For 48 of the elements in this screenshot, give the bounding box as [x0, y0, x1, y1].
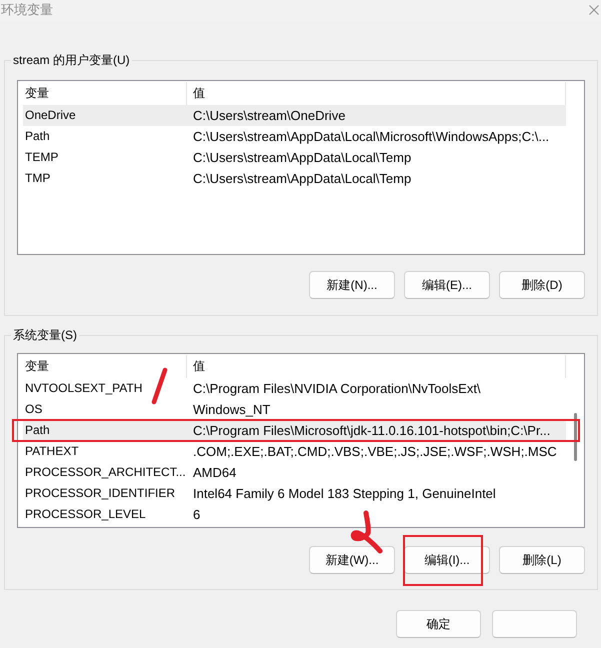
table-cell-text: Path — [25, 422, 50, 439]
list-row[interactable]: PROCESSOR_IDENTIFIER Intel64 Family 6 Model 183 Stepping 1, GenuineIntel — [23, 483, 566, 504]
table-cell-text: .COM;.EXE;.BAT;.CMD;.VBS;.VBE;.JS;.JSE;.WSF;.WSH;.MSC — [193, 443, 557, 461]
dialog-button[interactable]: 新建(W)... — [309, 546, 395, 574]
list-row[interactable]: TMP C:\Users\stream\AppData\Local\Temp — [23, 168, 566, 189]
group-label: stream 的用户变量(U) — [12, 52, 131, 68]
table-cell-text: NVTOOLSEXT_PATH — [25, 380, 142, 397]
table-cell-text: Windows_NT — [193, 401, 270, 419]
list-row[interactable]: TEMP C:\Users\stream\AppData\Local\Temp — [23, 147, 566, 168]
table-cell-text: AMD64 — [193, 464, 236, 482]
dialog-button[interactable]: 新建(N)... — [309, 271, 395, 299]
table-cell-text: C:\Program Files\Microsoft\jdk-11.0.16.101-hotspot\bin;C:\Pr... — [193, 422, 550, 440]
list-row[interactable]: Path C:\Users\stream\AppData\Local\Microsoft\WindowsApps;C:\... — [23, 126, 566, 147]
table-cell-text: TEMP — [25, 149, 58, 166]
table-cell-text: Intel64 Family 6 Model 183 Stepping 1, GenuineIntel — [193, 485, 496, 503]
table-cell-text: C:\Program Files\NVIDIA Corporation\NvToolsExt\ — [193, 380, 481, 398]
table-cell-text: Path — [25, 128, 50, 145]
table-cell-text: C:\Users\stream\AppData\Local\Temp — [193, 170, 412, 188]
column-header[interactable]: 值 — [187, 355, 566, 378]
table-cell-text: 6 — [193, 506, 200, 524]
list-row[interactable]: PROCESSOR_LEVEL 6 — [23, 504, 566, 525]
list-row[interactable]: OS Windows_NT — [23, 399, 566, 420]
list-row[interactable]: NVTOOLSEXT_PATH C:\Program Files\NVIDIA Corporation\NvToolsExt\ — [23, 378, 566, 399]
table-cell-text: C:\Users\stream\OneDrive — [193, 107, 346, 125]
window-title: 环境变量 — [1, 2, 53, 18]
close-icon[interactable] — [589, 5, 599, 15]
column-header[interactable]: 变量 — [23, 355, 187, 378]
annotation-stroke — [151, 367, 168, 405]
table-cell-text: OneDrive — [25, 107, 76, 124]
scrollbar-thumb[interactable] — [574, 413, 577, 461]
dialog-button[interactable]: 删除(L) — [499, 546, 585, 574]
dialog-button[interactable] — [492, 610, 577, 638]
table-cell-text: PROCESSOR_LEVEL — [25, 506, 146, 523]
table-cell-text: TMP — [25, 170, 50, 187]
dialog-button[interactable]: 编辑(E)... — [404, 271, 490, 299]
dialog-button[interactable]: 确定 — [396, 610, 481, 638]
list-row[interactable]: PROCESSOR_ARCHITECT... AMD64 — [23, 462, 566, 483]
dialog-button[interactable]: 删除(D) — [499, 271, 585, 299]
table-cell-text: PROCESSOR_IDENTIFIER — [25, 485, 176, 502]
group-label: 系统变量(S) — [12, 327, 78, 343]
table-cell-text: C:\Users\stream\AppData\Local\Microsoft\WindowsApps;C:\... — [193, 128, 550, 146]
table-cell-text: OS — [25, 401, 42, 418]
table-cell-text: PROCESSOR_ARCHITECT... — [25, 464, 186, 481]
list-row[interactable]: OneDrive C:\Users\stream\OneDrive — [23, 105, 566, 126]
table-cell-text: C:\Users\stream\AppData\Local\Temp — [193, 149, 412, 167]
list-row[interactable]: PATHEXT .COM;.EXE;.BAT;.CMD;.VBS;.VBE;.JS;.JSE;.WSF;.WSH;.MSC — [23, 441, 566, 462]
table-cell-text: PATHEXT — [25, 443, 79, 460]
dialog-button[interactable]: 编辑(I)... — [404, 546, 490, 574]
